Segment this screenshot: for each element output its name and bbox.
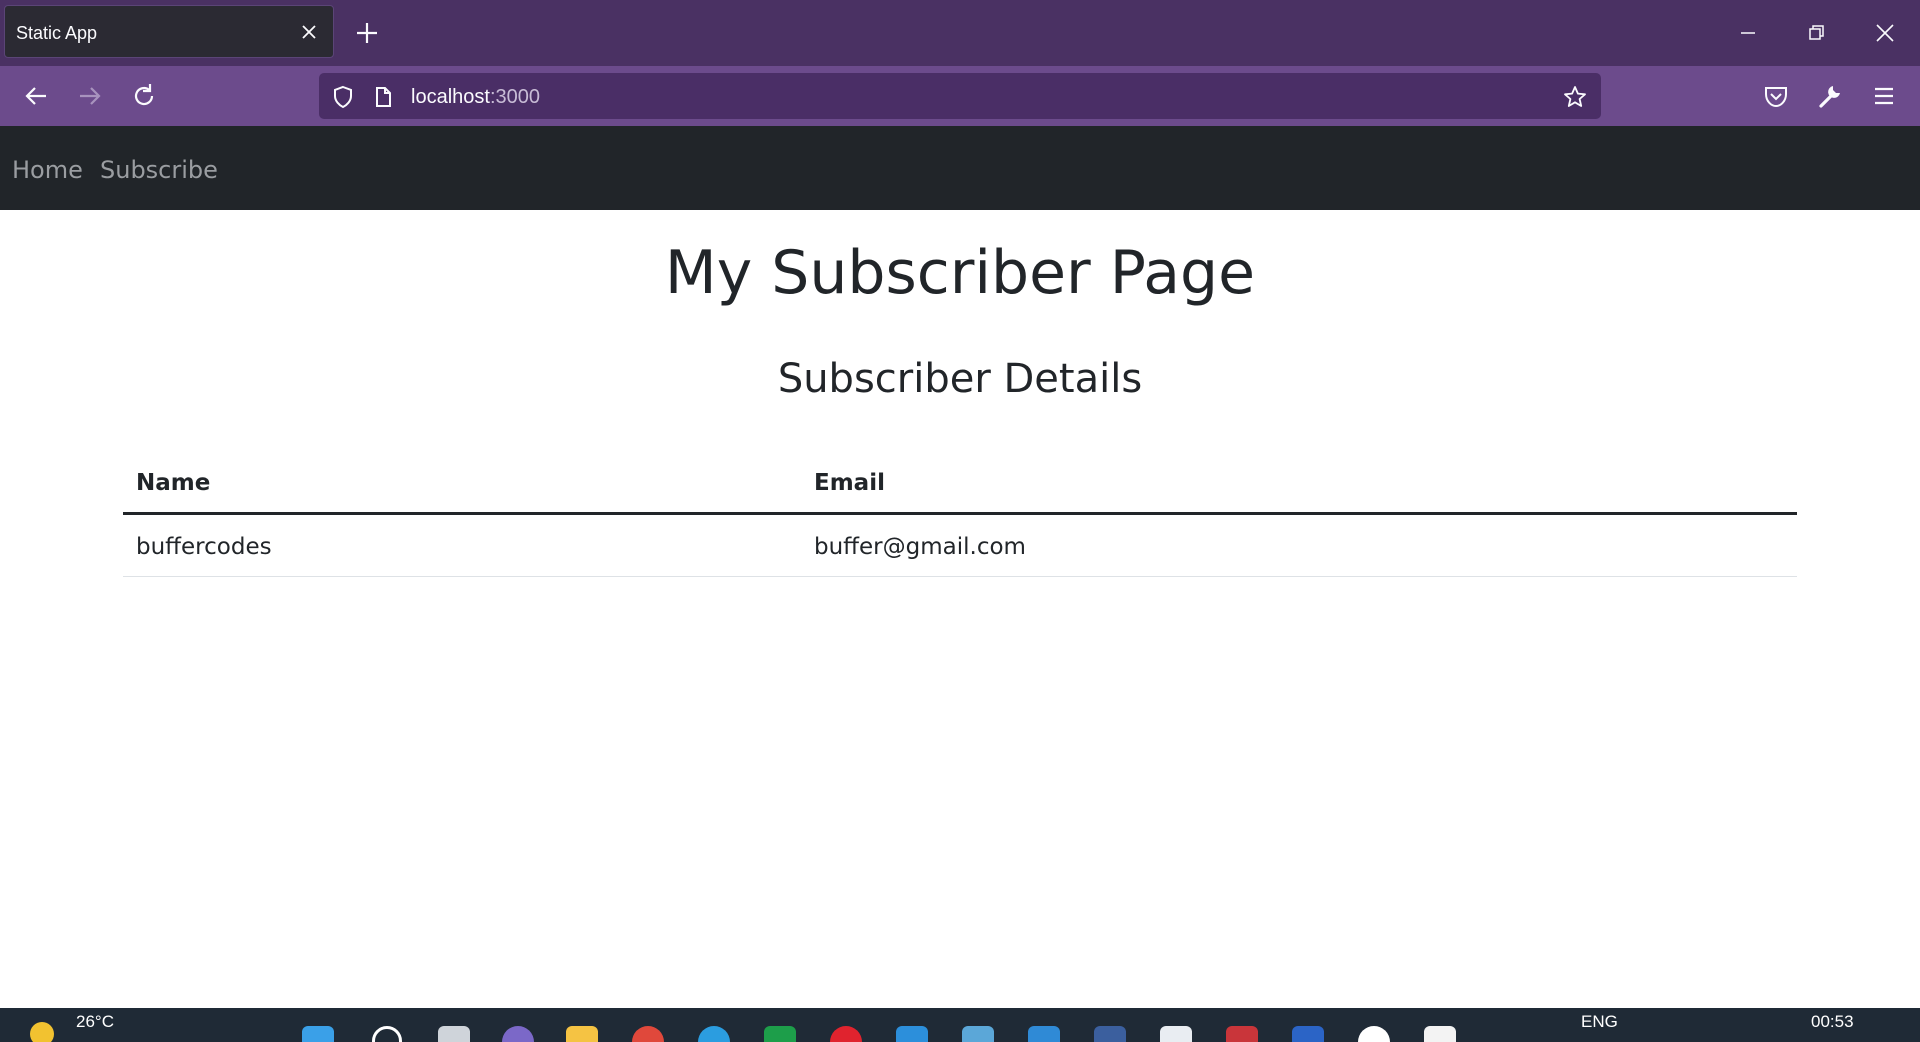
- firefox-dev-icon[interactable]: [1094, 1026, 1126, 1042]
- app-icon[interactable]: [962, 1026, 994, 1042]
- forward-arrow-icon[interactable]: [74, 80, 106, 112]
- store-icon[interactable]: [1160, 1026, 1192, 1042]
- column-header-name: Name: [123, 456, 801, 515]
- bookmark-star-icon[interactable]: [1563, 85, 1587, 109]
- subscriber-table-container: Name Email buffercodes buffer@gmail.com: [123, 456, 1797, 577]
- shield-icon[interactable]: [331, 85, 355, 109]
- url-port: :3000: [489, 86, 540, 108]
- drive-icon[interactable]: [1358, 1026, 1390, 1042]
- weather-temperature[interactable]: 26°C: [76, 1012, 114, 1032]
- column-header-email: Email: [801, 456, 1797, 515]
- search-icon[interactable]: [372, 1026, 402, 1042]
- restore-icon[interactable]: [1801, 18, 1831, 48]
- subscriber-table: Name Email buffercodes buffer@gmail.com: [123, 456, 1797, 577]
- minimize-icon[interactable]: [1733, 18, 1763, 48]
- browser-tab[interactable]: Static App: [4, 5, 334, 58]
- file-explorer-icon[interactable]: [566, 1026, 598, 1042]
- clock-time[interactable]: 00:53: [1811, 1012, 1854, 1032]
- wrench-icon[interactable]: [1814, 80, 1846, 112]
- tab-title: Static App: [16, 23, 98, 43]
- weather-icon[interactable]: [30, 1022, 54, 1042]
- input-language[interactable]: ENG: [1581, 1012, 1618, 1032]
- word-icon[interactable]: [1292, 1026, 1324, 1042]
- pocket-icon[interactable]: [1760, 80, 1792, 112]
- subscriber-email-cell: buffer@gmail.com: [801, 513, 1797, 577]
- browser-tabstrip: Static App: [0, 0, 1920, 66]
- subscriber-name-cell: buffercodes: [123, 513, 801, 577]
- new-tab-icon[interactable]: [354, 20, 380, 46]
- page-title: My Subscriber Page: [664, 238, 1256, 308]
- browser-toolbar: localhost:3000: [0, 66, 1920, 126]
- page-subtitle: Subscriber Details: [777, 356, 1143, 402]
- windows-start-icon[interactable]: [302, 1026, 334, 1042]
- url-host: localhost: [411, 86, 490, 108]
- url-text[interactable]: localhost:3000: [411, 86, 540, 109]
- close-window-icon[interactable]: [1870, 18, 1900, 48]
- pycharm-icon[interactable]: [764, 1026, 796, 1042]
- os-taskbar: 26°C ENG 00:53: [0, 1008, 1920, 1042]
- nav-link-subscribe[interactable]: Subscribe: [100, 156, 218, 184]
- url-bar[interactable]: localhost:3000: [319, 73, 1601, 119]
- calendar-icon[interactable]: [1424, 1026, 1456, 1042]
- office-app-icon[interactable]: [1226, 1026, 1258, 1042]
- task-view-icon[interactable]: [438, 1026, 470, 1042]
- edge-icon[interactable]: [698, 1026, 730, 1042]
- site-navbar: Home Subscribe: [0, 126, 1920, 210]
- reload-icon[interactable]: [128, 80, 160, 112]
- page-icon[interactable]: [371, 85, 395, 109]
- opera-icon[interactable]: [830, 1026, 862, 1042]
- vscode-icon[interactable]: [896, 1026, 928, 1042]
- teams-chat-icon[interactable]: [502, 1026, 534, 1042]
- table-header-row: Name Email: [123, 456, 1797, 515]
- close-tab-icon[interactable]: [299, 22, 319, 42]
- menu-icon[interactable]: [1868, 80, 1900, 112]
- back-arrow-icon[interactable]: [20, 80, 52, 112]
- photos-icon[interactable]: [1028, 1026, 1060, 1042]
- nav-link-home[interactable]: Home: [12, 156, 83, 184]
- table-row: buffercodes buffer@gmail.com: [123, 513, 1797, 577]
- chrome-icon[interactable]: [632, 1026, 664, 1042]
